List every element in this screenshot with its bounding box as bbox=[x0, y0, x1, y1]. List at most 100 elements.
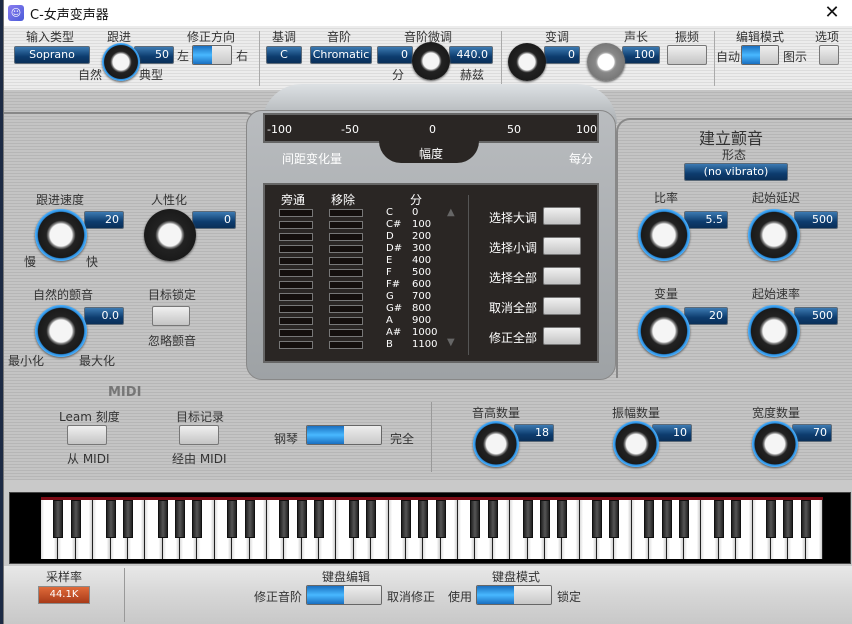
black-key[interactable] bbox=[279, 500, 290, 538]
natural-vibrato-knob[interactable] bbox=[35, 305, 87, 357]
pitch-amount-value[interactable]: 18 bbox=[514, 424, 554, 442]
bypass-checkbox[interactable] bbox=[279, 293, 313, 301]
edit-mode-toggle[interactable] bbox=[741, 45, 779, 65]
scale-action-button[interactable] bbox=[543, 267, 581, 285]
width-amount-knob[interactable] bbox=[752, 421, 798, 467]
black-key[interactable] bbox=[539, 500, 550, 538]
black-key[interactable] bbox=[314, 500, 325, 538]
transpose-value[interactable]: 0 bbox=[544, 46, 580, 64]
black-key[interactable] bbox=[175, 500, 186, 538]
retune-value[interactable]: 50 bbox=[134, 46, 174, 64]
keyboard-edit-toggle[interactable] bbox=[306, 585, 382, 605]
scale-detune-knob[interactable] bbox=[412, 42, 450, 80]
black-key[interactable] bbox=[557, 500, 568, 538]
target-record-button[interactable] bbox=[179, 425, 219, 445]
rate-knob[interactable] bbox=[638, 209, 690, 261]
black-key[interactable] bbox=[678, 500, 689, 538]
black-key[interactable] bbox=[783, 500, 794, 538]
width-amount-value[interactable]: 70 bbox=[792, 424, 832, 442]
black-key[interactable] bbox=[192, 500, 203, 538]
black-key[interactable] bbox=[435, 500, 446, 538]
remove-checkbox[interactable] bbox=[329, 341, 363, 349]
vibrato-button[interactable] bbox=[667, 45, 707, 65]
black-key[interactable] bbox=[644, 500, 655, 538]
onset-delay-value[interactable]: 500 bbox=[794, 211, 838, 229]
bypass-checkbox[interactable] bbox=[279, 305, 313, 313]
black-key[interactable] bbox=[296, 500, 307, 538]
remove-checkbox[interactable] bbox=[329, 269, 363, 277]
black-key[interactable] bbox=[53, 500, 64, 538]
remove-checkbox[interactable] bbox=[329, 281, 363, 289]
formant-value[interactable]: 100 bbox=[622, 46, 660, 64]
natural-vibrato-value[interactable]: 0.0 bbox=[84, 307, 124, 325]
remove-checkbox[interactable] bbox=[329, 221, 363, 229]
humanize-knob[interactable] bbox=[144, 209, 196, 261]
scale-action-button[interactable] bbox=[543, 237, 581, 255]
scroll-down-icon[interactable]: ▼ bbox=[447, 337, 455, 348]
black-key[interactable] bbox=[348, 500, 359, 538]
onset-rate-knob[interactable] bbox=[748, 305, 800, 357]
black-key[interactable] bbox=[609, 500, 620, 538]
bypass-checkbox[interactable] bbox=[279, 209, 313, 217]
correction-direction-toggle[interactable] bbox=[192, 45, 232, 65]
variation-knob[interactable] bbox=[638, 305, 690, 357]
tracking-speed-knob[interactable] bbox=[35, 209, 87, 261]
remove-checkbox[interactable] bbox=[329, 305, 363, 313]
black-key[interactable] bbox=[244, 500, 255, 538]
bypass-checkbox[interactable] bbox=[279, 233, 313, 241]
bypass-checkbox[interactable] bbox=[279, 281, 313, 289]
retune-knob[interactable] bbox=[102, 43, 140, 81]
black-key[interactable] bbox=[157, 500, 168, 538]
key-select[interactable]: C bbox=[266, 46, 302, 64]
black-key[interactable] bbox=[366, 500, 377, 538]
remove-checkbox[interactable] bbox=[329, 245, 363, 253]
black-key[interactable] bbox=[227, 500, 238, 538]
bypass-checkbox[interactable] bbox=[279, 341, 313, 349]
remove-checkbox[interactable] bbox=[329, 209, 363, 217]
scale-action-button[interactable] bbox=[543, 327, 581, 345]
input-type-select[interactable]: Soprano bbox=[14, 46, 90, 64]
black-key[interactable] bbox=[418, 500, 429, 538]
black-key[interactable] bbox=[105, 500, 116, 538]
humanize-value[interactable]: 0 bbox=[192, 211, 236, 229]
pitch-amount-knob[interactable] bbox=[473, 421, 519, 467]
scale-select[interactable]: Chromatic bbox=[310, 46, 372, 64]
scale-detune-cents[interactable]: 0 bbox=[377, 46, 413, 64]
onset-delay-knob[interactable] bbox=[748, 209, 800, 261]
piano-full-toggle[interactable] bbox=[306, 425, 382, 445]
bypass-checkbox[interactable] bbox=[279, 257, 313, 265]
remove-checkbox[interactable] bbox=[329, 257, 363, 265]
black-key[interactable] bbox=[122, 500, 133, 538]
black-key[interactable] bbox=[765, 500, 776, 538]
black-key[interactable] bbox=[400, 500, 411, 538]
scale-detune-hz[interactable]: 440.0 bbox=[449, 46, 493, 64]
onset-rate-value[interactable]: 500 bbox=[794, 307, 838, 325]
options-button[interactable] bbox=[819, 45, 839, 65]
target-lock-button[interactable] bbox=[152, 306, 190, 326]
black-key[interactable] bbox=[592, 500, 603, 538]
remove-checkbox[interactable] bbox=[329, 293, 363, 301]
transpose-knob[interactable] bbox=[508, 43, 546, 81]
rate-value[interactable]: 5.5 bbox=[684, 211, 728, 229]
bypass-checkbox[interactable] bbox=[279, 269, 313, 277]
black-key[interactable] bbox=[522, 500, 533, 538]
scale-action-button[interactable] bbox=[543, 207, 581, 225]
black-key[interactable] bbox=[800, 500, 811, 538]
sample-rate-select[interactable]: 44.1K bbox=[38, 586, 90, 604]
black-key[interactable] bbox=[713, 500, 724, 538]
bypass-checkbox[interactable] bbox=[279, 221, 313, 229]
black-key[interactable] bbox=[661, 500, 672, 538]
scale-action-button[interactable] bbox=[543, 297, 581, 315]
remove-checkbox[interactable] bbox=[329, 233, 363, 241]
bypass-checkbox[interactable] bbox=[279, 245, 313, 253]
variation-value[interactable]: 20 bbox=[684, 307, 728, 325]
black-key[interactable] bbox=[487, 500, 498, 538]
remove-checkbox[interactable] bbox=[329, 329, 363, 337]
scroll-up-icon[interactable]: ▲ bbox=[447, 207, 455, 218]
bypass-checkbox[interactable] bbox=[279, 329, 313, 337]
close-button[interactable]: ✕ bbox=[821, 3, 843, 23]
amplitude-amount-knob[interactable] bbox=[613, 421, 659, 467]
black-key[interactable] bbox=[470, 500, 481, 538]
black-key[interactable] bbox=[70, 500, 81, 538]
black-key[interactable] bbox=[731, 500, 742, 538]
